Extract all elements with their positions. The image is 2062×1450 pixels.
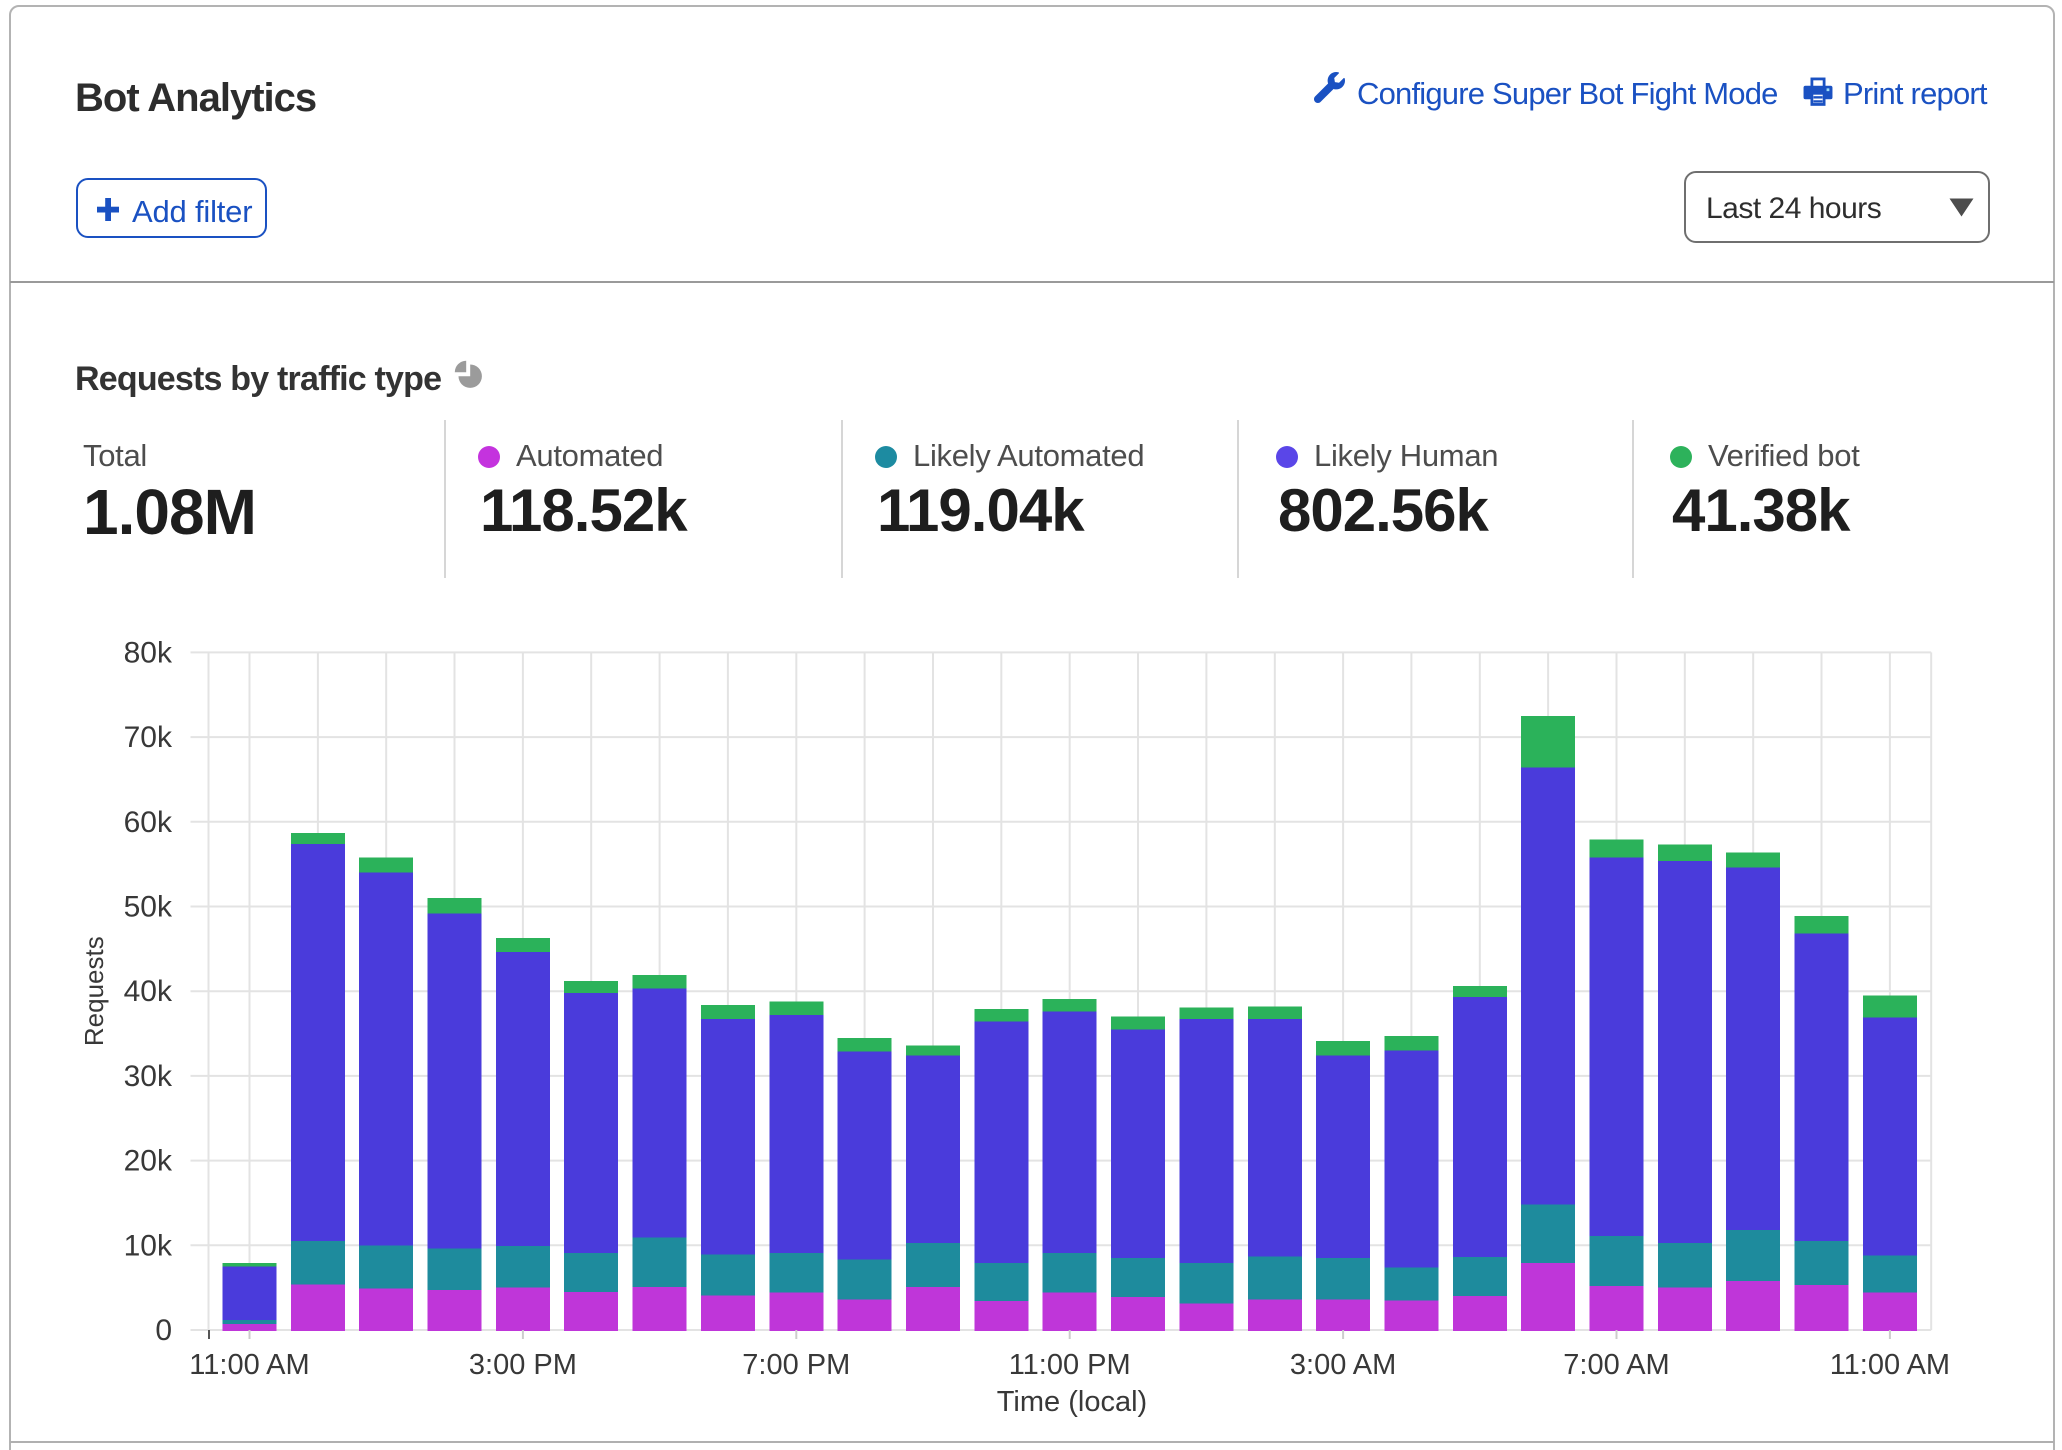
svg-text:7:00 PM: 7:00 PM [742,1349,850,1381]
svg-text:60k: 60k [124,806,173,839]
svg-text:40k: 40k [124,975,173,1008]
svg-text:Time (local): Time (local) [997,1386,1147,1418]
svg-text:7:00 AM: 7:00 AM [1563,1349,1669,1381]
svg-text:50k: 50k [124,891,173,924]
svg-text:10k: 10k [124,1229,173,1262]
svg-text:3:00 AM: 3:00 AM [1290,1349,1396,1381]
svg-text:30k: 30k [124,1060,173,1093]
svg-text:3:00 PM: 3:00 PM [469,1349,577,1381]
svg-text:70k: 70k [124,721,173,754]
svg-text:20k: 20k [124,1145,173,1178]
svg-text:Requests: Requests [79,936,109,1046]
svg-text:80k: 80k [124,636,173,669]
svg-text:0: 0 [155,1314,172,1347]
svg-text:11:00 AM: 11:00 AM [1830,1349,1950,1381]
svg-text:11:00 AM: 11:00 AM [189,1349,309,1381]
svg-text:11:00 PM: 11:00 PM [1009,1349,1131,1381]
